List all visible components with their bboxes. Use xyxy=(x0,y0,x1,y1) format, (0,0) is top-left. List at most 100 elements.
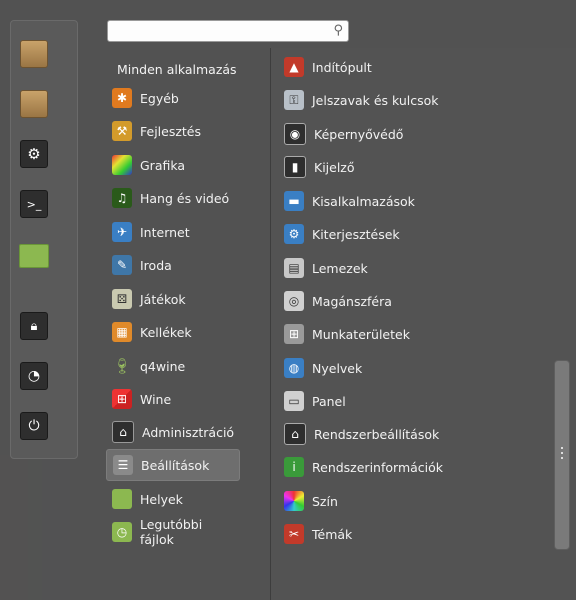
administration-icon: ⌂ xyxy=(112,421,134,443)
multimedia-icon: ♫ xyxy=(112,188,132,208)
app-item[interactable]: ⚙ Kiterjesztések xyxy=(278,220,558,248)
category-item[interactable]: ▦ Kellékek xyxy=(106,316,240,348)
category-item[interactable]: ✈ Internet xyxy=(106,216,240,248)
extensions-icon: ⚙ xyxy=(284,224,304,244)
applets-icon: ▬ xyxy=(284,191,304,211)
app-label: Szín xyxy=(312,493,338,509)
category-item[interactable]: ⊞ Wine xyxy=(106,383,240,415)
app-item[interactable]: ✂ Témák xyxy=(278,520,558,548)
system-info-icon: i xyxy=(284,457,304,477)
app-label: Kiterjesztések xyxy=(312,226,400,242)
category-label: Helyek xyxy=(140,491,183,507)
app-item[interactable]: ◍ Nyelvek xyxy=(278,354,558,382)
app-item[interactable]: ⊞ Munkaterületek xyxy=(278,320,558,348)
scrollbar-grip[interactable] xyxy=(561,447,563,461)
favorite-shutdown[interactable]: ⏻ xyxy=(18,410,50,442)
category-label: Legutóbbi fájlok xyxy=(140,517,203,547)
category-label: Beállítások xyxy=(141,457,210,473)
category-item[interactable]: 🍷︎ q4wine xyxy=(106,350,240,382)
app-item[interactable]: ◎ Magánszféra xyxy=(278,287,558,315)
accessories-icon: ▦ xyxy=(112,322,132,342)
app-item[interactable]: ▬ Kisalkalmazások xyxy=(278,187,558,215)
category-label: Kellékek xyxy=(140,324,192,340)
category-label: Grafika xyxy=(140,157,186,173)
favorite-package-manager[interactable] xyxy=(18,88,50,120)
terminal-icon: >_ xyxy=(20,190,48,218)
app-label: Magánszféra xyxy=(312,293,392,309)
category-item[interactable]: ⚒ Fejlesztés xyxy=(106,115,240,147)
keys-icon: ⚿ xyxy=(284,90,304,110)
category-item[interactable]: ♫ Hang és videó xyxy=(106,182,240,214)
app-label: Indítópult xyxy=(312,59,372,75)
privacy-icon: ◎ xyxy=(284,291,304,311)
app-item[interactable]: ⚿ Jelszavak és kulcsok xyxy=(278,86,558,114)
category-label: Hang és videó xyxy=(140,190,230,206)
languages-icon: ◍ xyxy=(284,358,304,378)
application-menu: ⚙ >_ 🔒︎ ◔ ⏻ ⚲ Minden alkalmazás ✱ Egyéb … xyxy=(0,0,576,600)
category-item-selected[interactable]: ☰ Beállítások xyxy=(106,449,240,481)
category-label: Wine xyxy=(140,391,172,407)
recent-folder-icon: ◷ xyxy=(112,522,132,542)
search-input[interactable] xyxy=(114,21,318,43)
favorite-system-settings[interactable]: ⚙ xyxy=(18,138,50,170)
package-install-icon xyxy=(20,40,48,68)
themes-icon: ✂ xyxy=(284,524,304,544)
category-item[interactable]: ✱ Egyéb xyxy=(106,82,240,114)
category-item[interactable]: ⌂ Adminisztráció xyxy=(106,416,240,448)
package-manager-icon xyxy=(20,90,48,118)
apps-scrollbar[interactable] xyxy=(554,360,570,550)
app-item[interactable]: ⌂ Rendszerbeállítások xyxy=(278,420,558,448)
category-label: Internet xyxy=(140,224,190,240)
app-label: Jelszavak és kulcsok xyxy=(312,92,439,108)
app-item[interactable]: ▮ Kijelző xyxy=(278,153,558,181)
disks-icon: ▤ xyxy=(284,258,304,278)
app-label: Témák xyxy=(312,526,353,542)
search-box[interactable]: ⚲ xyxy=(107,20,349,43)
misc-icon: ✱ xyxy=(112,88,132,108)
category-label: Iroda xyxy=(140,257,172,273)
category-item[interactable]: ⚄ Játékok xyxy=(106,283,240,315)
panel-icon: ▭ xyxy=(284,391,304,411)
app-label: Panel xyxy=(312,393,346,409)
development-icon: ⚒ xyxy=(112,121,132,141)
app-label: Kisalkalmazások xyxy=(312,193,415,209)
app-label: Képernyővédő xyxy=(314,126,404,142)
category-item[interactable]: ✎ Iroda xyxy=(106,249,240,281)
category-item[interactable]: Helyek xyxy=(106,483,240,515)
app-item[interactable]: ◉ Képernyővédő xyxy=(278,120,558,148)
home-folder-icon xyxy=(19,244,49,268)
category-label: Fejlesztés xyxy=(140,123,202,139)
app-item[interactable]: ▭ Panel xyxy=(278,387,558,415)
category-label: Adminisztráció xyxy=(142,424,235,440)
app-item[interactable]: Szín xyxy=(278,487,558,515)
app-item[interactable]: ▲ Indítópult xyxy=(278,53,558,81)
system-settings-icon: ⌂ xyxy=(284,423,306,445)
shutdown-icon: ⏻ xyxy=(20,412,48,440)
category-label: Egyéb xyxy=(140,90,179,106)
app-label: Rendszerbeállítások xyxy=(314,426,440,442)
screensaver-icon: ◉ xyxy=(284,123,306,145)
category-item[interactable]: Grafika xyxy=(106,149,240,181)
category-all-applications[interactable]: Minden alkalmazás xyxy=(117,62,237,77)
color-icon xyxy=(284,491,304,511)
folder-icon xyxy=(112,489,132,509)
wine-glass-icon: 🍷︎ xyxy=(112,357,132,375)
wine-icon: ⊞ xyxy=(112,389,132,409)
favorite-home-folder[interactable] xyxy=(18,240,50,272)
category-label: Játékok xyxy=(140,291,186,307)
launcher-icon: ▲ xyxy=(284,57,304,77)
search-icon[interactable]: ⚲ xyxy=(333,23,343,38)
favorite-lock-screen[interactable]: 🔒︎ xyxy=(18,310,50,342)
games-icon: ⚄ xyxy=(112,289,132,309)
lock-screen-icon: 🔒︎ xyxy=(20,312,48,340)
favorite-package-install[interactable] xyxy=(18,38,50,70)
internet-icon: ✈ xyxy=(112,222,132,242)
display-icon: ▮ xyxy=(284,156,306,178)
app-label: Nyelvek xyxy=(312,360,363,376)
category-item[interactable]: ◷ Legutóbbi fájlok xyxy=(106,516,240,548)
logout-icon: ◔ xyxy=(20,362,48,390)
favorite-terminal[interactable]: >_ xyxy=(18,188,50,220)
favorite-logout[interactable]: ◔ xyxy=(18,360,50,392)
app-item[interactable]: i Rendszerinformációk xyxy=(278,453,558,481)
app-item[interactable]: ▤ Lemezek xyxy=(278,254,558,282)
